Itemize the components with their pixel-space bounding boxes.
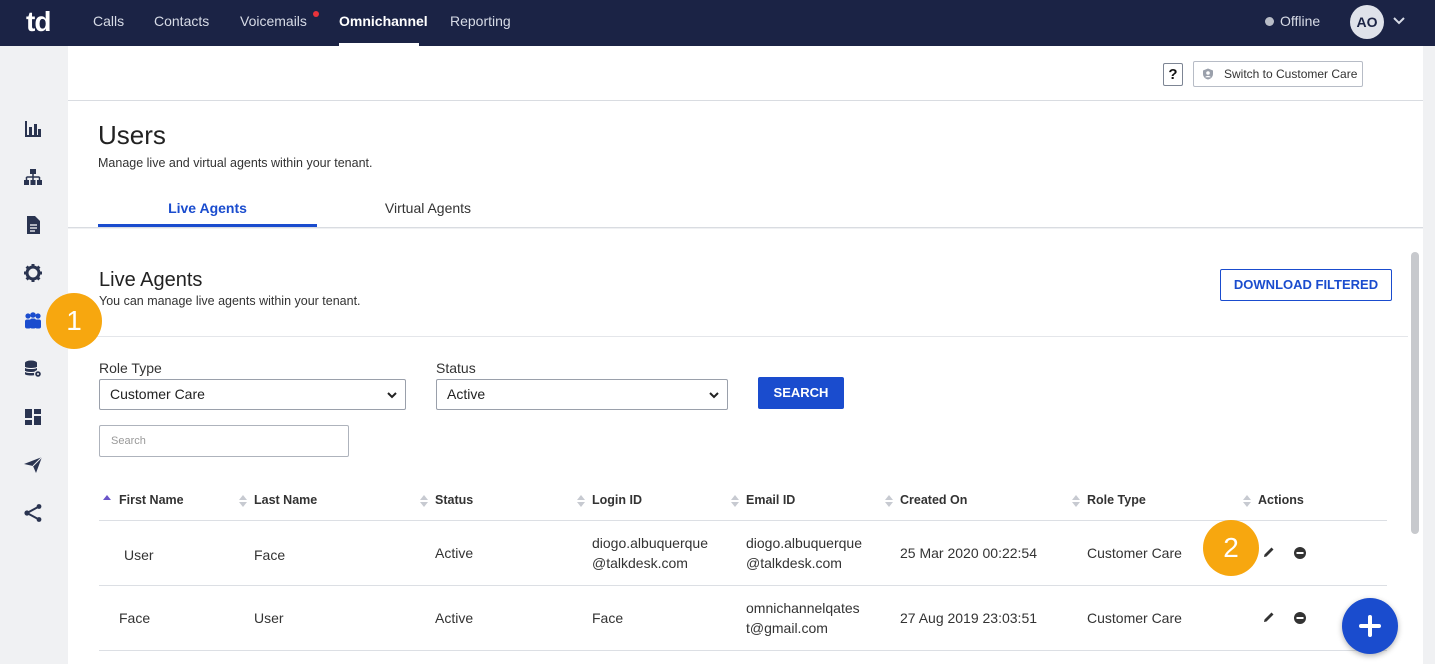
cell-first-name: Face (119, 610, 151, 626)
nav-voicemails[interactable]: Voicemails (240, 13, 307, 29)
add-user-button[interactable] (1342, 598, 1398, 654)
sort-icon[interactable] (420, 494, 428, 508)
section-title: Live Agents (99, 269, 203, 291)
page-subtitle: Manage live and virtual agents within yo… (98, 156, 373, 170)
live-agents-panel: Live Agents You can manage live agents w… (68, 229, 1423, 664)
cell-created-on: 27 Aug 2019 23:03:51 (900, 610, 1038, 626)
cell-login-id-line1: diogo.albuquerque (592, 535, 708, 551)
row-divider (99, 650, 1387, 651)
column-first-name[interactable]: First Name (119, 493, 184, 507)
users-icon[interactable] (23, 311, 43, 331)
sort-icon[interactable] (885, 494, 893, 508)
switch-role-label: Switch to Customer Care (1224, 67, 1358, 81)
left-sidebar (0, 46, 68, 664)
column-status[interactable]: Status (435, 493, 473, 507)
status-value: Active (447, 386, 486, 402)
status-label: Status (436, 360, 476, 376)
search-button[interactable]: SEARCH (758, 377, 844, 409)
help-button[interactable]: ? (1163, 63, 1183, 86)
download-filtered-button[interactable]: DOWNLOAD FILTERED (1220, 269, 1392, 301)
cell-email-id-line2: @talkdesk.com (746, 555, 842, 571)
cell-email-id-line1: diogo.albuquerque (746, 535, 862, 551)
search-input[interactable]: Search (99, 425, 349, 457)
chevron-down-icon (709, 392, 719, 399)
nav-omnichannel[interactable]: Omnichannel (339, 13, 428, 29)
status-select[interactable]: Active (436, 379, 728, 410)
sort-icon[interactable] (1243, 494, 1251, 508)
cell-status: Active (435, 610, 474, 626)
org-chart-icon[interactable] (23, 167, 43, 187)
top-nav-bar: td Calls Contacts Voicemails Omnichannel… (0, 0, 1435, 46)
sort-icon[interactable] (577, 494, 585, 508)
nav-calls[interactable]: Calls (93, 13, 124, 29)
column-role-type[interactable]: Role Type (1087, 493, 1146, 507)
section-subtitle: You can manage live agents within your t… (99, 294, 361, 308)
tab-virtual-agents[interactable]: Virtual Agents (338, 200, 518, 216)
cell-first-name: User (124, 547, 154, 563)
chevron-down-icon[interactable] (1392, 13, 1406, 29)
role-type-value: Customer Care (110, 386, 205, 402)
column-created-on[interactable]: Created On (900, 493, 967, 507)
status-indicator-icon (1265, 17, 1274, 26)
edit-icon[interactable] (1262, 545, 1276, 559)
role-type-select[interactable]: Customer Care (99, 379, 406, 410)
cell-login-id: Face (592, 610, 624, 626)
column-actions: Actions (1258, 493, 1304, 507)
layout-icon[interactable] (23, 407, 43, 427)
edit-icon[interactable] (1262, 610, 1276, 624)
tab-active-indicator (98, 224, 317, 227)
step-badge-2: 2 (1203, 520, 1259, 576)
header-divider (68, 100, 1423, 101)
cell-login-id-line2: @talkdesk.com (592, 555, 688, 571)
agent-status[interactable]: Offline (1280, 13, 1320, 29)
sort-icon[interactable] (1072, 494, 1080, 508)
cell-last-name: Face (254, 547, 286, 563)
sort-icon[interactable] (239, 494, 247, 508)
cell-created-on: 25 Mar 2020 00:22:54 (900, 545, 1037, 561)
column-email-id[interactable]: Email ID (746, 493, 795, 507)
scrollbar-thumb[interactable] (1411, 252, 1419, 534)
role-type-label: Role Type (99, 360, 162, 376)
talkdesk-logo[interactable]: td (26, 6, 51, 38)
cell-email-id-line1: omnichannelqates (746, 600, 860, 616)
switch-role-button[interactable]: Switch to Customer Care (1193, 61, 1363, 87)
send-icon[interactable] (23, 455, 43, 475)
column-last-name[interactable]: Last Name (254, 493, 317, 507)
dashboard-icon[interactable] (23, 119, 43, 139)
page-header: ? Switch to Customer Care Users Manage l… (68, 46, 1423, 228)
sort-ascending-icon[interactable] (103, 494, 111, 508)
database-settings-icon[interactable] (23, 359, 43, 379)
cell-role-type: Customer Care (1087, 545, 1182, 561)
column-login-id[interactable]: Login ID (592, 493, 642, 507)
voicemail-notification-dot (313, 11, 319, 17)
chevron-down-icon (387, 392, 397, 399)
step-badge-1: 1 (46, 293, 102, 349)
table-header-divider (99, 520, 1387, 521)
plus-icon (1359, 615, 1381, 637)
sort-icon[interactable] (731, 494, 739, 508)
user-avatar[interactable]: AO (1350, 5, 1384, 39)
cell-status: Active (435, 545, 474, 561)
page-title: Users (98, 120, 166, 150)
share-icon[interactable] (23, 503, 43, 523)
user-shield-icon (1203, 68, 1213, 80)
settings-icon[interactable] (23, 263, 43, 283)
cell-email-id-line2: t@gmail.com (746, 620, 828, 636)
nav-reporting[interactable]: Reporting (450, 13, 511, 29)
row-divider (99, 585, 1387, 586)
section-divider (68, 336, 1408, 337)
deactivate-icon[interactable] (1293, 546, 1307, 560)
document-icon[interactable] (23, 215, 43, 235)
cell-role-type: Customer Care (1087, 610, 1182, 626)
deactivate-icon[interactable] (1293, 611, 1307, 625)
tab-live-agents[interactable]: Live Agents (98, 200, 317, 216)
nav-contacts[interactable]: Contacts (154, 13, 209, 29)
cell-last-name: User (254, 610, 284, 626)
